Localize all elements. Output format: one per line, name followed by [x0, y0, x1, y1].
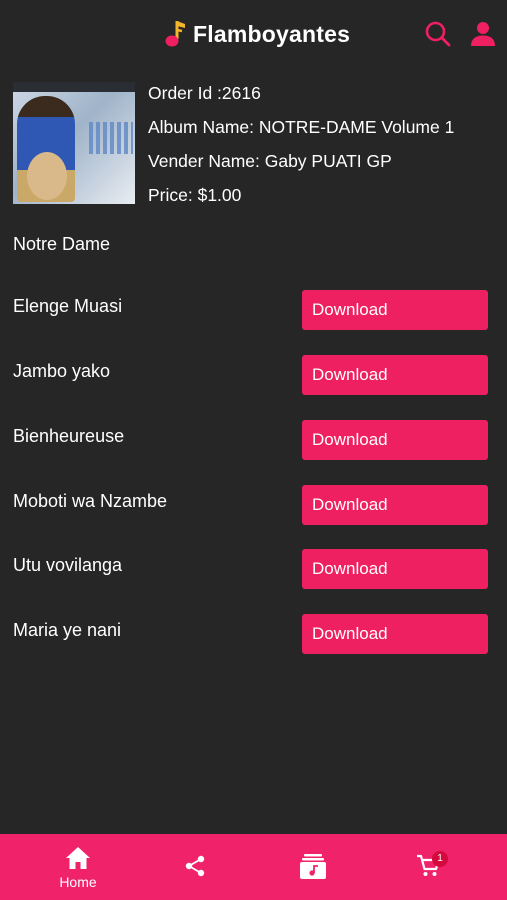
track-row: Utu vovilanga Download [0, 547, 507, 592]
nav-cart[interactable]: 1 [414, 834, 454, 900]
album-heading-row: Notre Dame [0, 226, 507, 271]
album-heading: Notre Dame [13, 234, 111, 254]
music-note-icon [165, 21, 185, 47]
order-summary: Order Id :2616 Album Name: NOTRE-DAME Vo… [13, 80, 493, 210]
track-title: Jambo yako [13, 361, 111, 381]
track-title: Bienheureuse [13, 426, 125, 446]
bottom-nav: Home 1 [0, 834, 507, 900]
track-row: Moboti wa Nzambe Download [0, 483, 507, 528]
track-title: Utu vovilanga [13, 555, 123, 575]
download-button[interactable]: Download [302, 290, 488, 330]
cart-count-badge: 1 [432, 851, 448, 867]
track-title: Maria ye nani [13, 620, 122, 640]
nav-home-label: Home [59, 874, 97, 890]
vendor-name: Vender Name: Gaby PUATI GP [148, 151, 392, 171]
download-button[interactable]: Download [302, 549, 488, 589]
album-cover [13, 82, 135, 204]
home-icon [66, 847, 90, 869]
price: Price: $1.00 [148, 185, 242, 205]
album-icon [300, 854, 326, 879]
nav-share[interactable] [180, 834, 210, 900]
track-row: Elenge Muasi Download [0, 288, 507, 333]
download-button[interactable]: Download [302, 355, 488, 395]
album-name: Album Name: NOTRE-DAME Volume 1 [148, 117, 455, 137]
track-row: Jambo yako Download [0, 353, 507, 398]
track-title: Moboti wa Nzambe [13, 491, 168, 511]
track-row: Maria ye nani Download [0, 612, 507, 657]
nav-albums[interactable] [298, 834, 328, 900]
order-info: Order Id :2616 Album Name: NOTRE-DAME Vo… [148, 80, 454, 216]
brand: Flamboyantes [163, 16, 350, 52]
nav-home[interactable]: Home [50, 834, 106, 900]
download-button[interactable]: Download [302, 420, 488, 460]
app-header: Flamboyantes [0, 0, 507, 68]
app-title: Flamboyantes [193, 20, 351, 47]
track-row: Bienheureuse Download [0, 418, 507, 463]
order-id: Order Id :2616 [148, 83, 261, 103]
download-button[interactable]: Download [302, 485, 488, 525]
search-icon[interactable] [424, 20, 452, 48]
share-icon [185, 855, 205, 877]
download-button[interactable]: Download [302, 614, 488, 654]
track-title: Elenge Muasi [13, 296, 123, 316]
user-icon[interactable] [469, 20, 497, 48]
